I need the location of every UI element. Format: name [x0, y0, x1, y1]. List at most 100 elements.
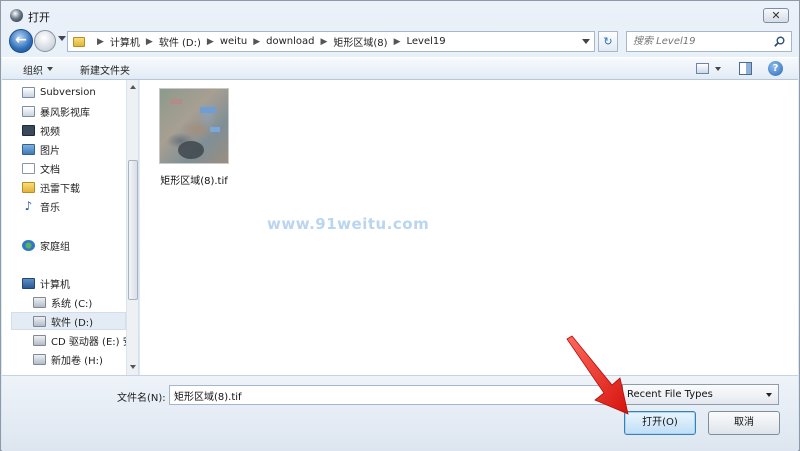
- breadcrumb-separator-icon[interactable]: ▶: [146, 37, 153, 47]
- sidebar-item-label: 暴风影视库: [40, 107, 90, 119]
- file-type-select[interactable]: Recent File Types: [622, 384, 779, 405]
- pictures-icon: [22, 143, 35, 155]
- subversion-icon: [22, 86, 35, 98]
- search-box[interactable]: [626, 31, 792, 52]
- sidebar-item-video-library[interactable]: 暴风影视库: [22, 102, 138, 120]
- scroll-up-icon[interactable]: [130, 85, 136, 89]
- video-library-icon: [22, 105, 35, 117]
- chevron-down-icon[interactable]: [47, 67, 53, 71]
- thumbnail-building: [210, 127, 220, 132]
- file-item[interactable]: 矩形区域(8).tif: [154, 86, 234, 187]
- filename-dropdown-icon[interactable]: [604, 393, 610, 397]
- sidebar-item-label: 视频: [40, 126, 60, 138]
- breadcrumb-separator-icon[interactable]: ▶: [207, 37, 214, 47]
- music-icon: ♪: [24, 198, 33, 213]
- preview-pane-icon[interactable]: [739, 62, 752, 75]
- view-options-chevron-icon[interactable]: [715, 67, 721, 71]
- title-bar: 打开 ✕: [1, 1, 799, 27]
- computer-icon: [22, 277, 35, 289]
- breadcrumb-download[interactable]: download: [266, 36, 314, 47]
- navigation-scrollbar[interactable]: [126, 80, 138, 375]
- organize-button[interactable]: 组织: [23, 62, 43, 77]
- sidebar-item-label: 图片: [40, 145, 60, 157]
- sidebar-item-label: 文档: [40, 164, 60, 176]
- filename-label: 文件名(N):: [117, 393, 166, 404]
- command-toolbar: 组织 新建文件夹 ?: [2, 57, 798, 80]
- sidebar-item-pictures[interactable]: 图片: [22, 140, 138, 158]
- sidebar-item-drive-h[interactable]: 新加卷 (H:): [33, 350, 138, 368]
- sidebar-item-label: Subversion: [40, 86, 96, 98]
- chevron-down-icon[interactable]: [766, 393, 772, 397]
- search-icon[interactable]: [774, 36, 785, 47]
- refresh-button[interactable]: ↻: [598, 31, 618, 52]
- open-file-dialog: 打开 ✕ ← ▶ 计算机 ▶ 软件 (D:) ▶ weitu ▶ downloa…: [0, 0, 800, 451]
- breadcrumb-weitu[interactable]: weitu: [220, 36, 247, 47]
- homegroup-icon: [22, 239, 35, 251]
- thunder-download-icon: [22, 181, 35, 193]
- breadcrumb-drive-d[interactable]: 软件 (D:): [159, 34, 201, 49]
- folder-icon: [73, 36, 85, 47]
- close-button[interactable]: ✕: [763, 8, 789, 23]
- navigation-bar: ← ▶ 计算机 ▶ 软件 (D:) ▶ weitu ▶ download ▶ 矩…: [1, 27, 799, 55]
- file-name-label: 矩形区域(8).tif: [160, 176, 228, 187]
- search-input[interactable]: [633, 34, 773, 49]
- drive-h-icon: [33, 353, 46, 365]
- watermark-text: www.91weitu.com: [267, 215, 430, 233]
- thumbnail-building: [170, 99, 182, 104]
- satellite-image-thumbnail: [159, 88, 229, 164]
- filename-input[interactable]: [169, 385, 614, 405]
- sidebar-item-label: 系统 (C:): [51, 298, 93, 310]
- sidebar-item-label: 新加卷 (H:): [51, 355, 103, 367]
- breadcrumb-separator-icon[interactable]: ▶: [320, 37, 327, 47]
- breadcrumb-rect-area[interactable]: 矩形区域(8): [333, 34, 387, 49]
- forward-button[interactable]: [34, 30, 56, 52]
- recent-locations-dropdown-icon[interactable]: [58, 36, 66, 41]
- app-icon: [10, 9, 23, 22]
- thumbnail-building: [200, 107, 216, 113]
- cd-drive-icon: [33, 334, 46, 346]
- breadcrumb-separator-icon[interactable]: ▶: [97, 37, 104, 47]
- sidebar-item-music[interactable]: ♪ 音乐: [22, 197, 138, 215]
- sidebar-item-subversion[interactable]: Subversion: [22, 83, 138, 101]
- new-folder-button[interactable]: 新建文件夹: [80, 62, 130, 77]
- documents-icon: [22, 162, 35, 174]
- address-dropdown-icon[interactable]: [582, 39, 590, 44]
- sidebar-item-homegroup[interactable]: 家庭组: [22, 236, 138, 254]
- navigation-pane: Subversion 暴风影视库 视频 图片 文档 迅雷下载 ♪ 音乐 家庭组: [2, 80, 139, 375]
- drive-d-icon: [33, 315, 46, 327]
- video-icon: [22, 124, 35, 136]
- sidebar-item-label: 家庭组: [40, 241, 70, 253]
- dialog-footer: 文件名(N): Recent File Types 打开(O) 取消: [2, 375, 798, 451]
- back-arrow-icon: ←: [15, 32, 27, 48]
- cancel-button[interactable]: 取消: [708, 411, 780, 435]
- change-view-icon[interactable]: [696, 63, 709, 74]
- sidebar-item-label: 音乐: [40, 202, 60, 214]
- sidebar-item-label: 计算机: [40, 279, 70, 291]
- back-button[interactable]: ←: [9, 29, 33, 53]
- address-bar[interactable]: ▶ 计算机 ▶ 软件 (D:) ▶ weitu ▶ download ▶ 矩形区…: [67, 31, 595, 52]
- breadcrumb-computer[interactable]: 计算机: [110, 34, 140, 49]
- drive-c-icon: [33, 296, 46, 308]
- sidebar-item-label: 迅雷下载: [40, 183, 80, 195]
- file-list[interactable]: 矩形区域(8).tif www.91weitu.com: [140, 80, 798, 375]
- window-title: 打开: [28, 11, 50, 24]
- file-type-value: Recent File Types: [627, 389, 713, 400]
- breadcrumb-level19[interactable]: Level19: [407, 36, 446, 47]
- sidebar-item-documents[interactable]: 文档: [22, 159, 138, 177]
- breadcrumb-separator-icon[interactable]: ▶: [253, 37, 260, 47]
- refresh-icon: ↻: [603, 35, 613, 48]
- sidebar-item-label: 软件 (D:): [51, 317, 94, 329]
- sidebar-item-label: CD 驱动器 (E:) 安: [51, 336, 133, 348]
- scrollbar-thumb[interactable]: [128, 160, 138, 300]
- sidebar-item-thunder-download[interactable]: 迅雷下载: [22, 178, 138, 196]
- breadcrumb-separator-icon[interactable]: ▶: [394, 37, 401, 47]
- sidebar-item-drive-d[interactable]: 软件 (D:): [11, 312, 126, 330]
- sidebar-item-drive-c[interactable]: 系统 (C:): [33, 293, 138, 311]
- thumbnail-water-area: [178, 141, 204, 159]
- sidebar-item-cd-drive[interactable]: CD 驱动器 (E:) 安: [33, 331, 138, 349]
- sidebar-item-videos[interactable]: 视频: [22, 121, 138, 139]
- open-button[interactable]: 打开(O): [624, 411, 696, 435]
- help-icon[interactable]: ?: [768, 61, 783, 76]
- sidebar-item-computer[interactable]: 计算机: [22, 274, 138, 292]
- scroll-down-icon[interactable]: [130, 365, 136, 369]
